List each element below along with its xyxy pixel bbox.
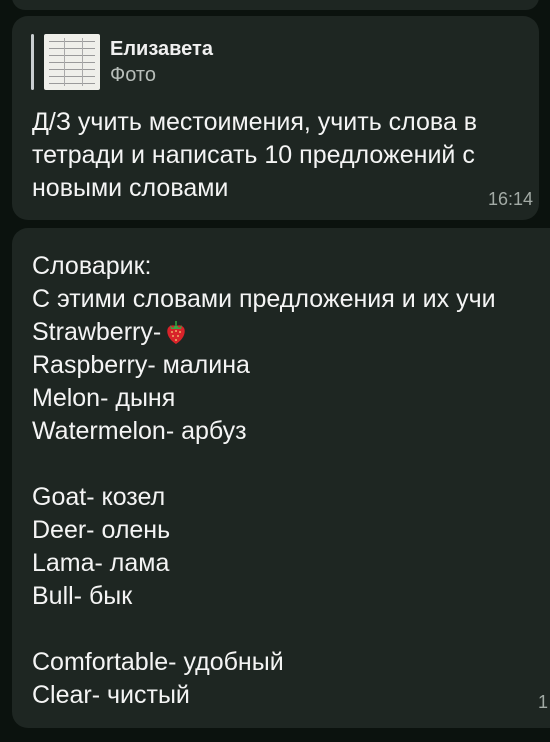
message-time: 16:14 [488, 189, 534, 209]
strawberry-emoji [167, 321, 185, 344]
message-time-partial: 1 [538, 692, 549, 712]
text-line: Bull- бык [32, 582, 133, 610]
text-line: Raspberry- малина [32, 351, 250, 379]
text-line: Comfortable- удобный [32, 648, 284, 676]
text-line: Deer- олень [32, 516, 171, 544]
word-strawberry: Strawberry- [32, 318, 162, 346]
reply-indicator-bar [31, 34, 34, 90]
text-line-strawberry: Strawberry- [32, 316, 550, 349]
vocabulary-message-text: Словарик: С этими словами предложения и … [32, 250, 550, 712]
text-line: Melon- дыня [32, 384, 176, 412]
text-line: Clear- чистый [32, 681, 190, 709]
text-line: Словарик: [32, 252, 152, 280]
text-line: Goat- козел [32, 483, 166, 511]
previous-message-bubble[interactable] [12, 0, 539, 10]
text-line: Lama- лама [32, 549, 170, 577]
reply-sender-name: Елизавета [110, 38, 213, 60]
photo-thumbnail [44, 34, 100, 90]
text-line: Watermelon- арбуз [32, 417, 247, 445]
reply-preview[interactable]: Елизавета Фото [31, 33, 271, 91]
message-text: Д/З учить местоимения, учить слова в тет… [32, 108, 478, 202]
text-line: С этими словами предложения и их учи [32, 285, 496, 313]
reply-media-type: Фото [110, 64, 156, 86]
